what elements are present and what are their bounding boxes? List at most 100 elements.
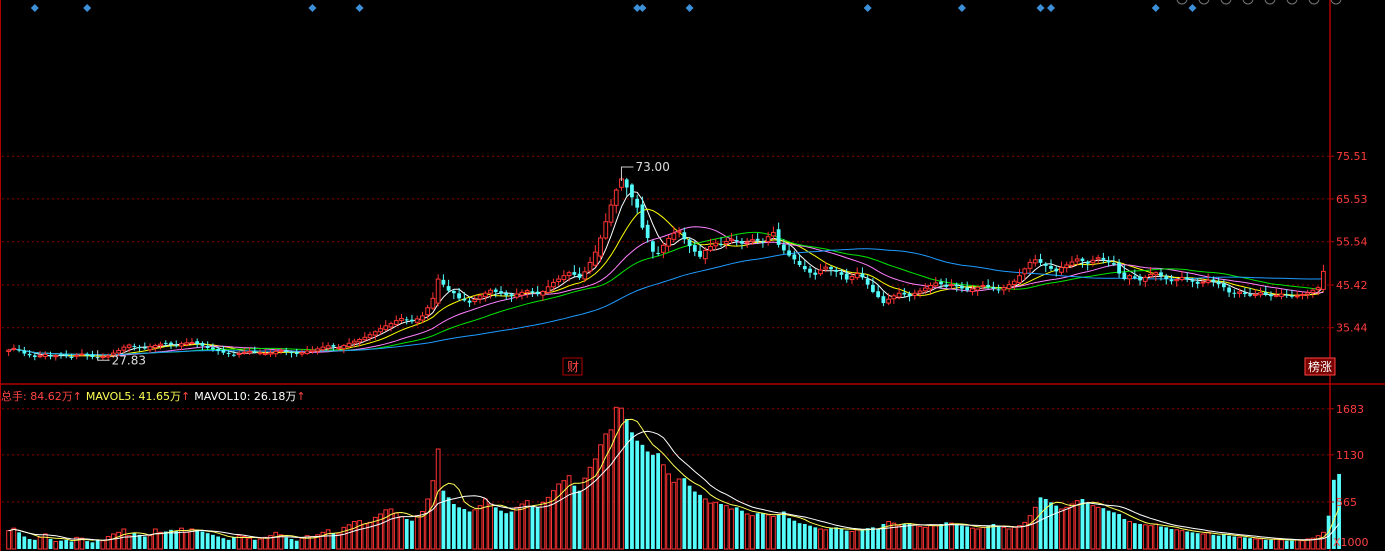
volume-bar (1185, 531, 1190, 549)
candle (1017, 268, 1022, 285)
candle (320, 342, 326, 352)
candle-body (325, 345, 331, 349)
candle-body (734, 240, 739, 242)
event-marker[interactable] (1151, 4, 1160, 12)
event-marker[interactable] (83, 4, 92, 12)
candle-body (1022, 268, 1028, 275)
candle-body (399, 317, 404, 321)
candle-body (750, 239, 755, 242)
volume-bar (1043, 499, 1048, 549)
volume-bar (860, 529, 865, 549)
candle-body (1237, 291, 1242, 294)
settings-icon[interactable] (1198, 0, 1210, 5)
event-marker[interactable] (308, 4, 317, 12)
event-marker[interactable] (1188, 4, 1197, 12)
candle-body (1049, 265, 1053, 269)
candle-body (550, 282, 556, 288)
volume-bar (504, 513, 509, 549)
volume-bar (980, 526, 986, 550)
candle-body (126, 344, 132, 348)
volume-bar (467, 511, 472, 549)
up-icon[interactable] (1308, 0, 1320, 5)
volume-bar (797, 523, 802, 549)
volume-bar (488, 503, 493, 550)
candle-body (839, 272, 844, 275)
volume-bar (802, 524, 807, 549)
volume-bar (656, 453, 661, 549)
candle-body (834, 269, 839, 272)
mavol5-arrow: ↑ (181, 390, 190, 403)
candle-body (1085, 261, 1090, 264)
candle (53, 354, 59, 361)
volume-bar (294, 540, 299, 549)
candle (545, 279, 551, 294)
volume-bar (834, 527, 839, 549)
event-marker[interactable] (1047, 4, 1055, 12)
flag-icon[interactable] (1264, 0, 1276, 5)
event-marker[interactable] (685, 4, 694, 12)
candle (713, 238, 719, 251)
finance-badge[interactable]: 财 (562, 357, 583, 376)
candle-body (797, 261, 802, 265)
toolbar-icons[interactable] (1176, 0, 1342, 5)
volume-bar (1142, 524, 1148, 550)
candle-body (1027, 261, 1033, 269)
volume-bar (1122, 519, 1127, 549)
candle-body (849, 276, 855, 280)
volume-bar (917, 526, 923, 550)
volume-bar (105, 536, 111, 550)
volume-bar (1179, 530, 1185, 550)
candle (630, 183, 634, 206)
square-icon[interactable] (1286, 0, 1298, 5)
candle-body (158, 343, 163, 347)
list-icon[interactable] (1220, 0, 1232, 5)
candle-body (1258, 292, 1263, 296)
event-markers[interactable] (30, 4, 1385, 12)
event-marker[interactable] (957, 4, 966, 12)
expand-icon[interactable] (1176, 0, 1188, 5)
candle (577, 267, 582, 281)
volume-bar (1138, 524, 1142, 549)
candle-body (1006, 284, 1012, 289)
candle (603, 213, 609, 240)
event-marker[interactable] (863, 4, 872, 12)
volume-bar (336, 533, 342, 550)
minus-icon[interactable] (1242, 0, 1254, 5)
candle-body (823, 266, 829, 270)
candle-body (315, 348, 321, 352)
volume-bar (95, 539, 100, 549)
volume-bar (519, 503, 525, 550)
price-gridlines (2, 155, 1330, 329)
volume-bar (514, 506, 520, 550)
candle-body (980, 285, 986, 288)
candle-body (59, 354, 63, 356)
candle-body (132, 345, 137, 347)
candle (1258, 287, 1263, 298)
candle (886, 293, 892, 306)
candle-body (404, 319, 409, 321)
volume-bar (530, 505, 535, 549)
volume-bar (729, 508, 734, 550)
candle-body (378, 328, 383, 333)
candle-body (687, 239, 692, 247)
event-marker[interactable] (638, 4, 647, 12)
candle (818, 263, 823, 276)
volume-bar (619, 407, 624, 550)
candle-body (216, 349, 221, 351)
candle-body (572, 272, 577, 275)
event-marker[interactable] (30, 4, 39, 12)
candle-body (928, 285, 933, 290)
candle-body (975, 286, 981, 291)
event-marker[interactable] (355, 4, 364, 12)
candle-body (268, 352, 273, 355)
candle-body (582, 271, 588, 280)
volume-bar (1300, 540, 1305, 550)
volume-bar (896, 525, 902, 550)
event-marker[interactable] (1036, 4, 1045, 12)
menu-icon[interactable] (1330, 0, 1342, 5)
volume-bar (1069, 503, 1075, 550)
volume-bar (32, 539, 37, 549)
ranking-badge[interactable]: 榜涨 (1304, 357, 1336, 376)
volume-bar (1242, 537, 1247, 549)
candle-body (11, 347, 17, 350)
